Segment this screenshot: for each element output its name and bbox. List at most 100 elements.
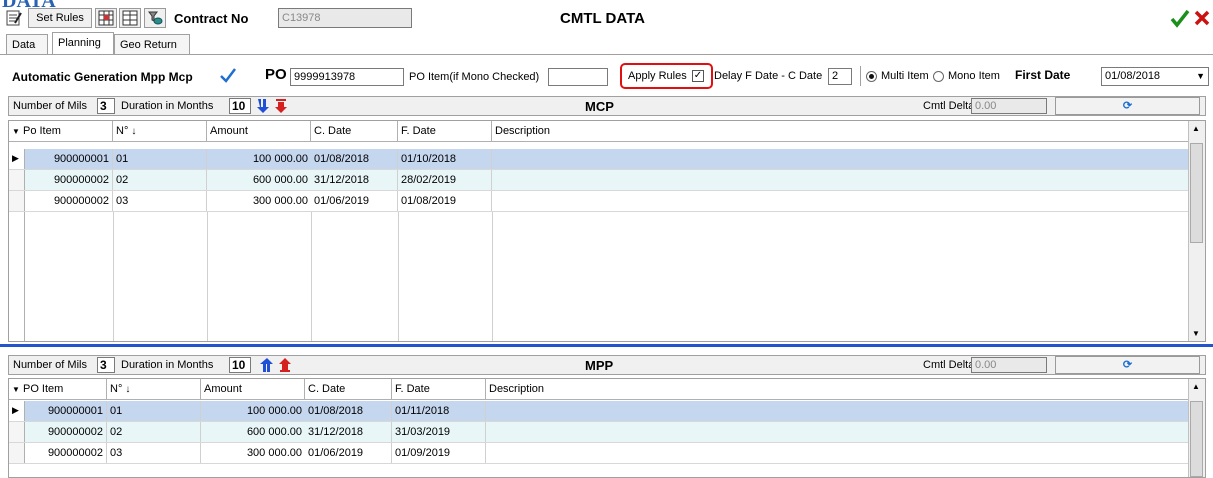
delay-field[interactable]: 2: [828, 68, 852, 85]
refresh-icon: ⟳: [1122, 359, 1133, 371]
set-rules-icon[interactable]: [4, 8, 24, 28]
scroll-thumb[interactable]: [1190, 143, 1203, 243]
mpp-col-f-date[interactable]: F. Date: [392, 379, 486, 399]
contract-number-field[interactable]: C13978: [278, 8, 412, 28]
scroll-up-icon[interactable]: ▲: [1192, 382, 1200, 391]
first-date-label: First Date: [1015, 68, 1071, 82]
mcp-delta-label: Cmtl Delta: [923, 100, 975, 112]
mono-item-radio[interactable]: [933, 71, 944, 82]
arrow-up-red-icon[interactable]: [277, 357, 293, 373]
row-selector: [9, 422, 25, 442]
mpp-grid: ▼ PO Item N° ↓ Amount C. Date F. Date De…: [8, 378, 1206, 478]
row-selector-icon: ▶: [9, 401, 25, 421]
arrow-down-red-icon[interactable]: [273, 98, 289, 114]
multi-item-label: Multi Item: [881, 70, 929, 82]
options-divider: [860, 66, 861, 86]
mpp-col-n[interactable]: N° ↓: [107, 379, 201, 399]
mpp-duration-field[interactable]: 10: [229, 357, 251, 373]
mpp-col-description[interactable]: Description: [486, 379, 1189, 399]
chevron-down-icon: ▼: [1196, 71, 1205, 81]
layout-icon[interactable]: [119, 8, 141, 28]
filter-database-icon[interactable]: [144, 8, 166, 28]
tab-divider: [0, 54, 1213, 55]
tab-planning[interactable]: Planning: [52, 32, 114, 54]
scroll-up-icon[interactable]: ▲: [1192, 124, 1200, 133]
set-rules-button[interactable]: Set Rules: [28, 8, 92, 28]
contract-label: Contract No: [174, 11, 249, 26]
ok-check-icon[interactable]: [1170, 8, 1190, 28]
apply-rules-checkbox[interactable]: ✓: [692, 70, 704, 82]
mcp-col-c-date[interactable]: C. Date: [311, 121, 398, 141]
table-row[interactable]: ▶ 900000001 01 100 000.00 01/08/2018 01/…: [9, 401, 1189, 422]
first-date-select[interactable]: 01/08/2018 ▼: [1101, 67, 1209, 86]
grid-line: [311, 212, 312, 341]
mcp-header: Number of Mils 3 Duration in Months 10 M…: [8, 96, 1206, 116]
mcp-col-f-date[interactable]: F. Date: [398, 121, 492, 141]
row-selector: [9, 443, 25, 463]
table-row[interactable]: 900000002 03 300 000.00 01/06/2019 01/09…: [9, 443, 1189, 464]
mcp-col-n[interactable]: N° ↓: [113, 121, 207, 141]
delay-label: Delay F Date - C Date: [714, 70, 823, 82]
arrow-up-blue-icon[interactable]: [259, 357, 275, 373]
grid-line: [492, 212, 493, 341]
mcp-title: MCP: [585, 99, 614, 114]
mcp-vertical-scrollbar[interactable]: ▲ ▼: [1188, 121, 1205, 341]
arrow-down-blue-icon[interactable]: [255, 98, 271, 114]
tab-geo-return[interactable]: Geo Return: [114, 34, 190, 54]
mcp-col-po-item[interactable]: ▼ Po Item: [9, 121, 113, 141]
mcp-grid-header: ▼ Po Item N° ↓ Amount C. Date F. Date De…: [9, 121, 1189, 142]
row-selector: [9, 191, 25, 211]
mpp-col-c-date[interactable]: C. Date: [305, 379, 392, 399]
table-grid-icon[interactable]: [95, 8, 117, 28]
mpp-title: MPP: [585, 358, 614, 373]
mpp-col-po-item[interactable]: ▼ PO Item: [9, 379, 107, 399]
mono-item-label: Mono Item: [948, 70, 1000, 82]
table-row[interactable]: ▶ 900000001 01 100 000.00 01/08/2018 01/…: [9, 149, 1189, 170]
toolbar: Set Rules Contract No C13978 CMTL DATA: [0, 6, 1213, 32]
mcp-refresh-button[interactable]: ⟳: [1055, 97, 1200, 115]
scroll-thumb[interactable]: [1190, 401, 1203, 477]
multi-item-radio[interactable]: [866, 71, 877, 82]
table-row[interactable]: 900000002 03 300 000.00 01/06/2019 01/08…: [9, 191, 1189, 212]
mcp-duration-label: Duration in Months: [121, 100, 214, 112]
row-selector: [9, 170, 25, 190]
table-row[interactable]: 900000002 02 600 000.00 31/12/2018 28/02…: [9, 170, 1189, 191]
mpp-delta-label: Cmtl Delta: [923, 359, 975, 371]
table-row[interactable]: 900000002 02 600 000.00 31/12/2018 31/03…: [9, 422, 1189, 443]
tab-data[interactable]: Data: [6, 34, 48, 54]
section-separator: [0, 344, 1213, 347]
apply-rules-label: Apply Rules: [628, 70, 687, 82]
column-filter-icon: ▼: [12, 385, 20, 394]
mpp-duration-label: Duration in Months: [121, 359, 214, 371]
mpp-grid-header: ▼ PO Item N° ↓ Amount C. Date F. Date De…: [9, 379, 1189, 400]
po-item-field[interactable]: [548, 68, 608, 86]
mcp-col-amount[interactable]: Amount: [207, 121, 311, 141]
grid-line: [113, 212, 114, 341]
mpp-vertical-scrollbar[interactable]: ▲: [1188, 379, 1205, 477]
mpp-delta-field: 0.00: [971, 357, 1047, 373]
mcp-duration-field[interactable]: 10: [229, 98, 251, 114]
mcp-mils-field[interactable]: 3: [97, 98, 115, 114]
first-date-value: 01/08/2018: [1105, 70, 1161, 82]
auto-generation-label: Automatic Generation Mpp Mcp: [12, 70, 193, 84]
refresh-icon: ⟳: [1122, 100, 1133, 112]
cancel-x-icon[interactable]: [1193, 9, 1211, 27]
auto-generate-check-icon[interactable]: [219, 66, 237, 84]
mpp-mils-label: Number of Mils: [13, 359, 87, 371]
mcp-grid: ▼ Po Item N° ↓ Amount C. Date F. Date De…: [8, 120, 1206, 342]
mpp-mils-field[interactable]: 3: [97, 357, 115, 373]
row-selector-icon: ▶: [9, 149, 25, 169]
mpp-col-amount[interactable]: Amount: [201, 379, 305, 399]
window-title: CMTL DATA: [560, 10, 645, 27]
tab-data-label: Data: [12, 39, 36, 51]
po-field[interactable]: 9999913978: [290, 68, 404, 86]
options-bar: Automatic Generation Mpp Mcp PO 99999139…: [0, 62, 1213, 90]
mcp-delta-field: 0.00: [971, 98, 1047, 114]
po-label: PO: [265, 66, 287, 83]
mpp-refresh-button[interactable]: ⟳: [1055, 356, 1200, 374]
scroll-down-icon[interactable]: ▼: [1192, 329, 1200, 338]
grid-line: [398, 212, 399, 341]
mcp-col-description[interactable]: Description: [492, 121, 1189, 141]
sort-ascending-icon: ↓: [125, 384, 131, 395]
tab-geo-return-label: Geo Return: [120, 39, 177, 51]
